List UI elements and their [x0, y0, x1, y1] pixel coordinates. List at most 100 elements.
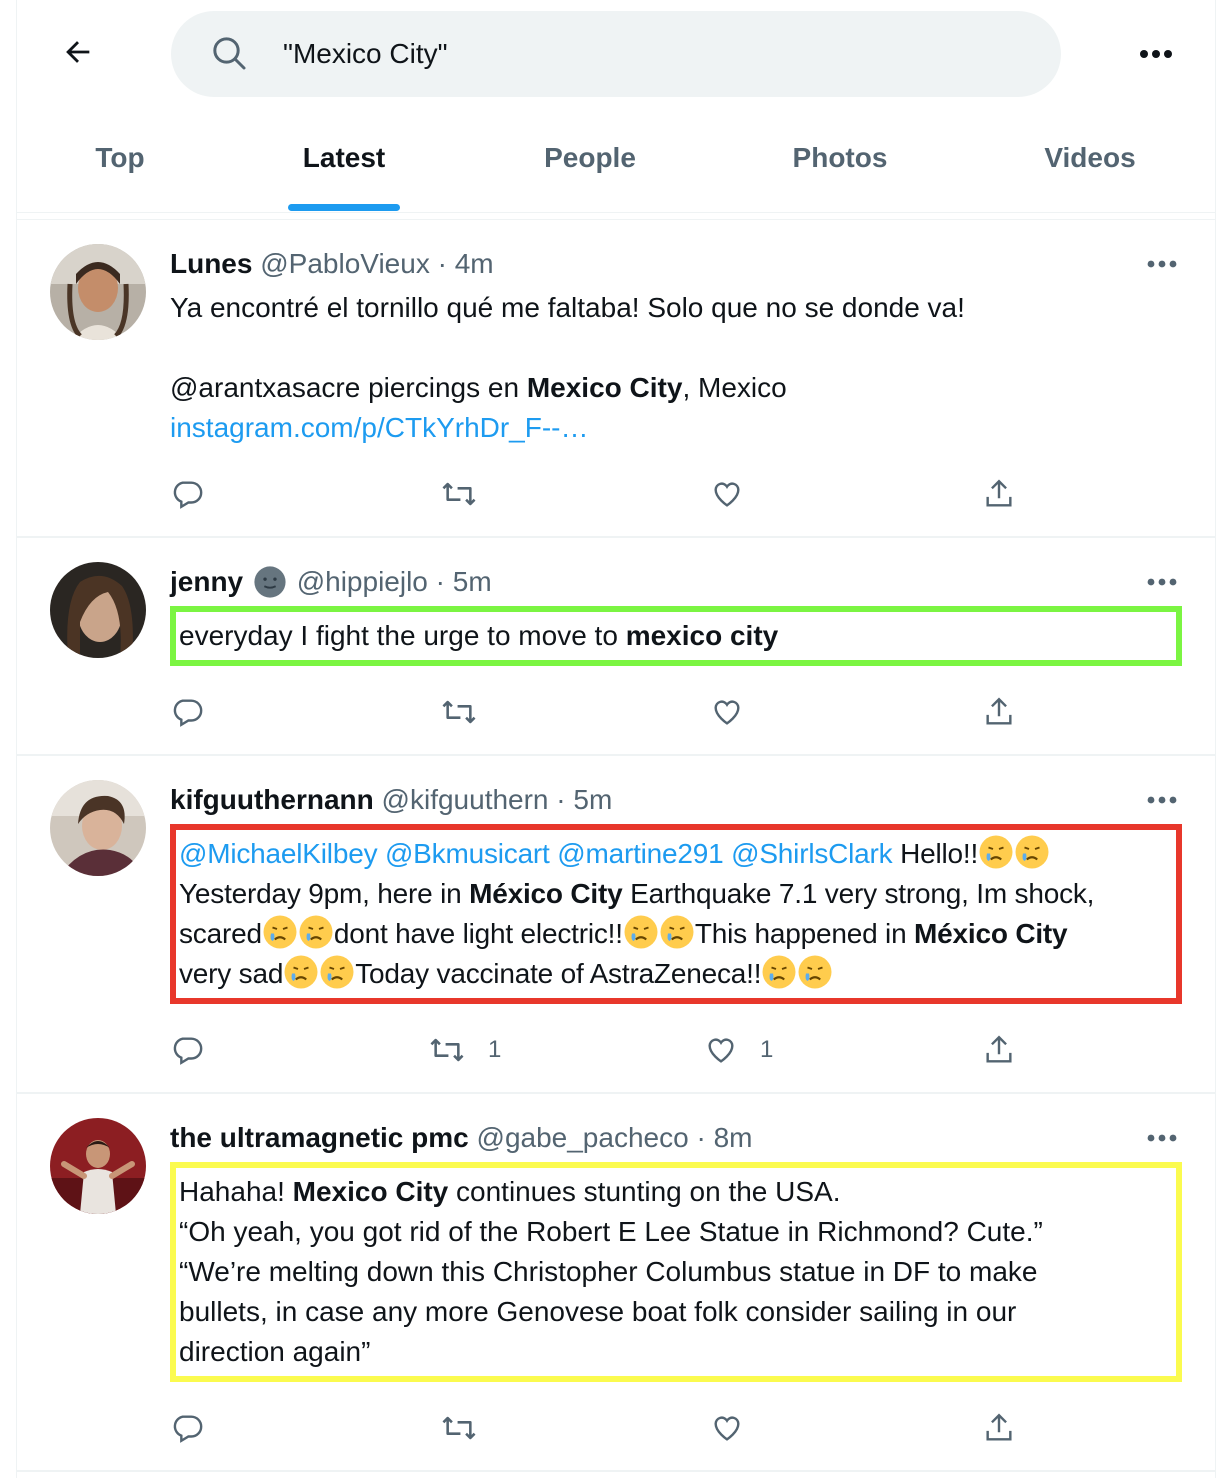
tweet-text-fragment: Today vaccinate of AstraZeneca!!: [355, 958, 762, 989]
search-term: México City: [914, 918, 1068, 949]
retweet-button[interactable]: [440, 472, 478, 516]
tweet-header: kifguuthernann @kifguuthern · 5m: [170, 780, 612, 820]
timestamp[interactable]: 5m: [573, 784, 612, 816]
like-button[interactable]: [710, 472, 744, 516]
avatar[interactable]: [50, 1118, 146, 1214]
tab-videos[interactable]: Videos: [1020, 118, 1160, 198]
tweet-more-button[interactable]: [1140, 780, 1184, 820]
app: Top Latest People Photos Videos Lunes @P…: [0, 0, 1232, 1478]
timestamp[interactable]: 5m: [453, 566, 492, 598]
like-button[interactable]: [710, 1406, 744, 1450]
display-name[interactable]: Lunes: [170, 248, 252, 280]
mention-links[interactable]: @MichaelKilbey @Bkmusicart @martine291 @…: [179, 838, 893, 869]
tweet-more-button[interactable]: [1140, 244, 1184, 284]
retweet-button[interactable]: 1: [428, 1028, 501, 1072]
reply-button[interactable]: [170, 690, 204, 734]
search-input[interactable]: [283, 29, 1023, 79]
back-button[interactable]: [56, 30, 100, 74]
tweet[interactable]: jenny @hippiejlo · 5m everyday I fight t…: [16, 538, 1216, 756]
tweet-text-fragment: scared: [179, 918, 262, 949]
mention-link[interactable]: @arantxasacre piercings en: [170, 372, 527, 403]
more-horizontal-icon: [1147, 578, 1177, 586]
reply-button[interactable]: [170, 1406, 204, 1450]
like-button[interactable]: 1: [704, 1028, 773, 1072]
more-horizontal-icon: [1147, 260, 1177, 268]
tab-top[interactable]: Top: [60, 118, 180, 198]
avatar-image: [50, 780, 146, 876]
heart-icon: [714, 1416, 740, 1441]
tweet-text: everyday I fight the urge to move to mex…: [179, 616, 778, 656]
display-name[interactable]: the ultramagnetic pmc: [170, 1122, 469, 1154]
tweet[interactable]: kifguuthernann @kifguuthern · 5m @Michae…: [16, 756, 1216, 1094]
user-handle[interactable]: @kifguuthern: [382, 784, 549, 816]
reply-button[interactable]: [170, 1028, 204, 1072]
share-button[interactable]: [982, 1028, 1016, 1072]
separator-dot: ·: [556, 784, 566, 815]
tweet[interactable]: Lunes @PabloVieux · 4m Ya encontré el to…: [16, 220, 1216, 538]
tweet-text-fragment: continues stunting on the USA.: [448, 1176, 841, 1207]
tweet-text-fragment: Earthquake 7.1 very strong, Im shock,: [622, 878, 1095, 909]
tweet-link[interactable]: instagram.com/p/CTkYrhDr_F--…: [170, 412, 589, 443]
crying-emoji-icon: [262, 915, 334, 949]
timestamp[interactable]: 8m: [714, 1122, 753, 1154]
share-button[interactable]: [982, 690, 1016, 734]
retweet-icon: [430, 1038, 464, 1062]
tweet-header: jenny @hippiejlo · 5m: [170, 562, 492, 602]
avatar[interactable]: [50, 562, 146, 658]
avatar[interactable]: [50, 780, 146, 876]
share-button[interactable]: [982, 472, 1016, 516]
retweet-button[interactable]: [440, 1406, 478, 1450]
retweet-icon: [442, 700, 476, 724]
tweet-text-fragment: everyday I fight the urge to move to: [179, 620, 626, 651]
tweet-more-button[interactable]: [1140, 562, 1184, 602]
tweet-line: @MichaelKilbey @Bkmusicart @martine291 @…: [179, 834, 1179, 874]
tweet-text-fragment: very sad: [179, 958, 284, 989]
tweet-text: @MichaelKilbey @Bkmusicart @martine291 @…: [179, 834, 1179, 994]
tweet-text-fragment: Hahaha!: [179, 1176, 293, 1207]
heart-icon: [714, 700, 740, 725]
tweet-line: “Oh yeah, you got rid of the Robert E Le…: [179, 1216, 1043, 1247]
avatar-image: [50, 1118, 146, 1214]
user-handle[interactable]: @PabloVieux: [260, 248, 430, 280]
timestamp[interactable]: 4m: [455, 248, 494, 280]
tweet[interactable]: the ultramagnetic pmc @gabe_pacheco · 8m…: [16, 1094, 1216, 1472]
crying-emoji-icon: [623, 915, 695, 949]
search-box[interactable]: [171, 11, 1061, 97]
tweet-line: bullets, in case any more Genovese boat …: [179, 1296, 1017, 1327]
retweet-count: 1: [488, 1036, 502, 1063]
search-term: México City: [469, 878, 623, 909]
heart-icon: [708, 1038, 734, 1063]
active-tab-indicator: [288, 204, 400, 211]
heart-icon: [714, 482, 740, 507]
reply-icon: [173, 1415, 203, 1443]
more-horizontal-icon: [1147, 1134, 1177, 1142]
tweet-text-fragment: Hello!!: [892, 838, 979, 869]
reply-button[interactable]: [170, 472, 204, 516]
tweet-text-fragment: , Mexico: [682, 372, 787, 403]
share-button[interactable]: [982, 1406, 1016, 1450]
share-icon: [986, 479, 1012, 507]
tweet-line: direction again”: [179, 1336, 371, 1367]
search-term: Mexico City: [526, 372, 683, 403]
tab-photos[interactable]: Photos: [770, 118, 910, 198]
user-handle[interactable]: @hippiejlo: [297, 566, 428, 598]
tweet-more-button[interactable]: [1140, 1118, 1184, 1158]
tweet-line: very sad Today vaccinate of AstraZeneca!!: [179, 954, 1179, 994]
divider: [16, 212, 1216, 213]
tweet-line: Yesterday 9pm, here in México City Earth…: [179, 874, 1179, 914]
tweet-text-fragment: dont have light electric!!: [333, 918, 623, 949]
tweet-line: scared dont have light electric!! This hap…: [179, 914, 1179, 954]
tweet-actions: [170, 1406, 1170, 1450]
like-button[interactable]: [710, 690, 744, 734]
reply-icon: [173, 1037, 203, 1065]
display-name[interactable]: jenny: [170, 566, 243, 598]
more-options-button[interactable]: [1134, 32, 1178, 76]
crying-emoji-icon: [283, 955, 355, 989]
avatar[interactable]: [50, 244, 146, 340]
user-handle[interactable]: @gabe_pacheco: [477, 1122, 689, 1154]
display-name[interactable]: kifguuthernann: [170, 784, 374, 816]
retweet-button[interactable]: [440, 690, 478, 734]
tab-latest[interactable]: Latest: [284, 118, 404, 198]
search-tabs: Top Latest People Photos Videos: [0, 118, 1232, 212]
tab-people[interactable]: People: [520, 118, 660, 198]
